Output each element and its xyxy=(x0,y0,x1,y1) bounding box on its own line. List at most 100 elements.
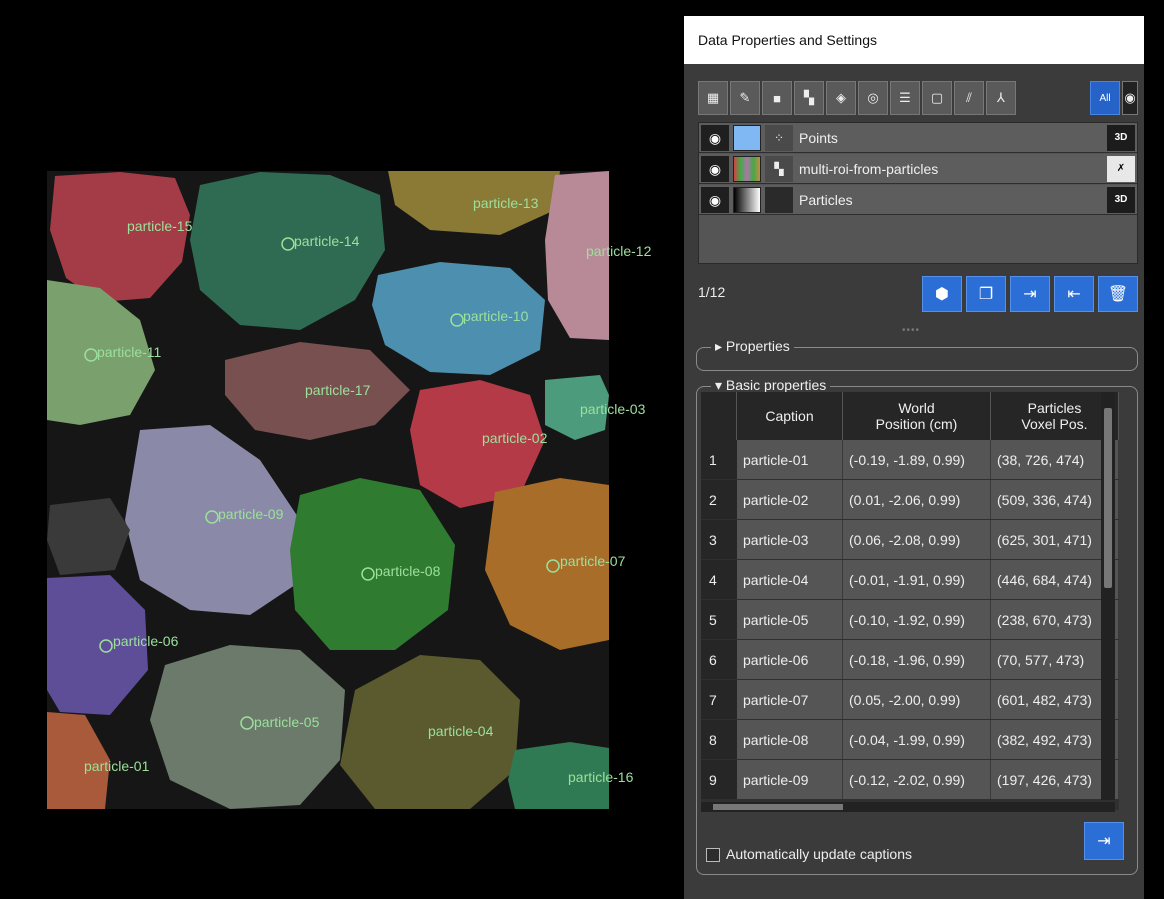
world-position-cell[interactable]: (-0.12, -2.02, 0.99) xyxy=(843,760,991,799)
row-number[interactable]: 1 xyxy=(701,440,737,479)
table-row[interactable]: 7 particle-07 (0.05, -2.00, 0.99) (601, 482… xyxy=(701,680,1119,720)
eye-icon[interactable]: ◉ xyxy=(701,156,729,182)
voxel-position-cell[interactable]: (70, 577, 473) xyxy=(991,640,1119,679)
table-row[interactable]: 6 particle-06 (-0.18, -1.96, 0.99) (70, 577… xyxy=(701,640,1119,680)
caption-cell[interactable]: particle-06 xyxy=(737,640,843,679)
3d-viewport[interactable]: particle-01 particle-02 particle-03 part… xyxy=(0,0,684,899)
voxel-position-cell[interactable]: (38, 726, 474) xyxy=(991,440,1119,479)
world-position-cell[interactable]: (-0.19, -1.89, 0.99) xyxy=(843,440,991,479)
voxel-position-cell[interactable]: (238, 670, 473) xyxy=(991,600,1119,639)
row-number[interactable]: 8 xyxy=(701,720,737,759)
particles-image[interactable]: particle-01 particle-02 particle-03 part… xyxy=(0,0,684,899)
eye-icon[interactable]: ◉ xyxy=(701,125,729,151)
world-position-cell[interactable]: (0.06, -2.08, 0.99) xyxy=(843,520,991,559)
scroll-thumb[interactable] xyxy=(1104,408,1112,588)
particle-label: particle-09 xyxy=(218,506,284,522)
layers-icon[interactable]: ☰ xyxy=(890,81,920,115)
display-toolbar: ▦ ✎ ■ ▚ ◈ ◎ ☰ ▢ ⫽ ⅄ All ◉ xyxy=(698,81,1138,119)
voxel-position-cell[interactable]: (625, 301, 471) xyxy=(991,520,1119,559)
eye-icon[interactable]: ◉ xyxy=(701,187,729,213)
delete-icon[interactable]: 🗑 xyxy=(1098,276,1138,312)
row-number[interactable]: 2 xyxy=(701,480,737,519)
eye-toggle-icon[interactable]: ◉ xyxy=(1122,81,1138,115)
layer-row-points[interactable]: ◉ ⁘ Points 3D xyxy=(699,123,1137,153)
image-thumbnail xyxy=(765,187,793,213)
caption-cell[interactable]: particle-09 xyxy=(737,760,843,799)
vertical-scrollbar[interactable] xyxy=(1101,392,1115,800)
layer-row-multi-roi[interactable]: ◉ ▚ multi-roi-from-particles ✗ xyxy=(699,154,1137,184)
voxel-position-header[interactable]: Particles Voxel Pos. xyxy=(991,392,1119,440)
3d-disabled-toggle[interactable]: ✗ xyxy=(1107,156,1135,182)
caption-cell[interactable]: particle-02 xyxy=(737,480,843,519)
caption-header[interactable]: Caption xyxy=(737,392,843,440)
table-row[interactable]: 3 particle-03 (0.06, -2.08, 0.99) (625, 301… xyxy=(701,520,1119,560)
color-swatch[interactable] xyxy=(733,156,761,182)
world-position-cell[interactable]: (-0.18, -1.96, 0.99) xyxy=(843,640,991,679)
row-number[interactable]: 7 xyxy=(701,680,737,719)
cube-icon[interactable]: ⬢ xyxy=(922,276,962,312)
points-icon: ⁘ xyxy=(765,125,793,151)
sphere-icon[interactable]: ◎ xyxy=(858,81,888,115)
lines-icon[interactable]: ⫽ xyxy=(954,81,984,115)
row-number[interactable]: 5 xyxy=(701,600,737,639)
table-row[interactable]: 1 particle-01 (-0.19, -1.89, 0.99) (38, 726… xyxy=(701,440,1119,480)
particle-label: particle-05 xyxy=(254,714,320,730)
axis-icon[interactable]: ⅄ xyxy=(986,81,1016,115)
caption-cell[interactable]: particle-04 xyxy=(737,560,843,599)
voxel-position-cell[interactable]: (382, 492, 473) xyxy=(991,720,1119,759)
copy-icon[interactable]: ❐ xyxy=(966,276,1006,312)
pencil-icon[interactable]: ✎ xyxy=(730,81,760,115)
scroll-thumb[interactable] xyxy=(713,804,843,810)
voxel-position-cell[interactable]: (509, 336, 474) xyxy=(991,480,1119,519)
3d-toggle[interactable]: 3D xyxy=(1107,187,1135,213)
row-number[interactable]: 4 xyxy=(701,560,737,599)
auto-update-checkbox[interactable] xyxy=(706,848,720,862)
layer-row-particles[interactable]: ◉ Particles 3D xyxy=(699,185,1137,215)
frame-icon[interactable]: ▢ xyxy=(922,81,952,115)
particle-label: particle-12 xyxy=(586,243,652,259)
world-position-cell[interactable]: (-0.10, -1.92, 0.99) xyxy=(843,600,991,639)
caption-cell[interactable]: particle-03 xyxy=(737,520,843,559)
export-table-button[interactable]: ⇥ xyxy=(1084,822,1124,860)
particle-label: particle-15 xyxy=(127,218,193,234)
row-number[interactable]: 9 xyxy=(701,760,737,799)
world-position-header[interactable]: World Position (cm) xyxy=(843,392,991,440)
caption-cell[interactable]: particle-05 xyxy=(737,600,843,639)
caption-cell[interactable]: particle-07 xyxy=(737,680,843,719)
world-position-cell[interactable]: (-0.04, -1.99, 0.99) xyxy=(843,720,991,759)
diamond-icon[interactable]: ◈ xyxy=(826,81,856,115)
voxel-position-cell[interactable]: (601, 482, 473) xyxy=(991,680,1119,719)
table-row[interactable]: 4 particle-04 (-0.01, -1.91, 0.99) (446, 68… xyxy=(701,560,1119,600)
color-swatch[interactable] xyxy=(733,125,761,151)
voxel-position-cell[interactable]: (446, 684, 474) xyxy=(991,560,1119,599)
table-row[interactable]: 9 particle-09 (-0.12, -2.02, 0.99) (197, 42… xyxy=(701,760,1119,800)
grid-icon[interactable]: ▦ xyxy=(698,81,728,115)
splitter-grip[interactable]: •••• xyxy=(902,325,920,336)
particle-label: particle-17 xyxy=(305,382,371,398)
import-icon[interactable]: ⇤ xyxy=(1054,276,1094,312)
world-position-cell[interactable]: (0.01, -2.06, 0.99) xyxy=(843,480,991,519)
horizontal-scrollbar[interactable] xyxy=(701,802,1115,812)
all-button[interactable]: All xyxy=(1090,81,1120,115)
row-number[interactable]: 3 xyxy=(701,520,737,559)
world-position-cell[interactable]: (0.05, -2.00, 0.99) xyxy=(843,680,991,719)
properties-group[interactable]: ▸ Properties xyxy=(696,338,1138,371)
caption-cell[interactable]: particle-08 xyxy=(737,720,843,759)
gray-swatch[interactable] xyxy=(733,187,761,213)
row-number[interactable]: 6 xyxy=(701,640,737,679)
world-position-cell[interactable]: (-0.01, -1.91, 0.99) xyxy=(843,560,991,599)
table-row[interactable]: 5 particle-05 (-0.10, -1.92, 0.99) (238, 67… xyxy=(701,600,1119,640)
points-table[interactable]: Caption World Position (cm) Particles Vo… xyxy=(701,392,1119,810)
layer-name: multi-roi-from-particles xyxy=(799,161,939,177)
particle-label: particle-14 xyxy=(294,233,360,249)
table-row[interactable]: 8 particle-08 (-0.04, -1.99, 0.99) (382, 49… xyxy=(701,720,1119,760)
voxel-position-cell[interactable]: (197, 426, 473) xyxy=(991,760,1119,799)
particle-label: particle-01 xyxy=(84,758,150,774)
particle-label: particle-03 xyxy=(580,401,646,417)
square-icon[interactable]: ■ xyxy=(762,81,792,115)
3d-toggle[interactable]: 3D xyxy=(1107,125,1135,151)
caption-cell[interactable]: particle-01 xyxy=(737,440,843,479)
export-icon[interactable]: ⇥ xyxy=(1010,276,1050,312)
table-row[interactable]: 2 particle-02 (0.01, -2.06, 0.99) (509, 336… xyxy=(701,480,1119,520)
blocks-icon[interactable]: ▚ xyxy=(794,81,824,115)
